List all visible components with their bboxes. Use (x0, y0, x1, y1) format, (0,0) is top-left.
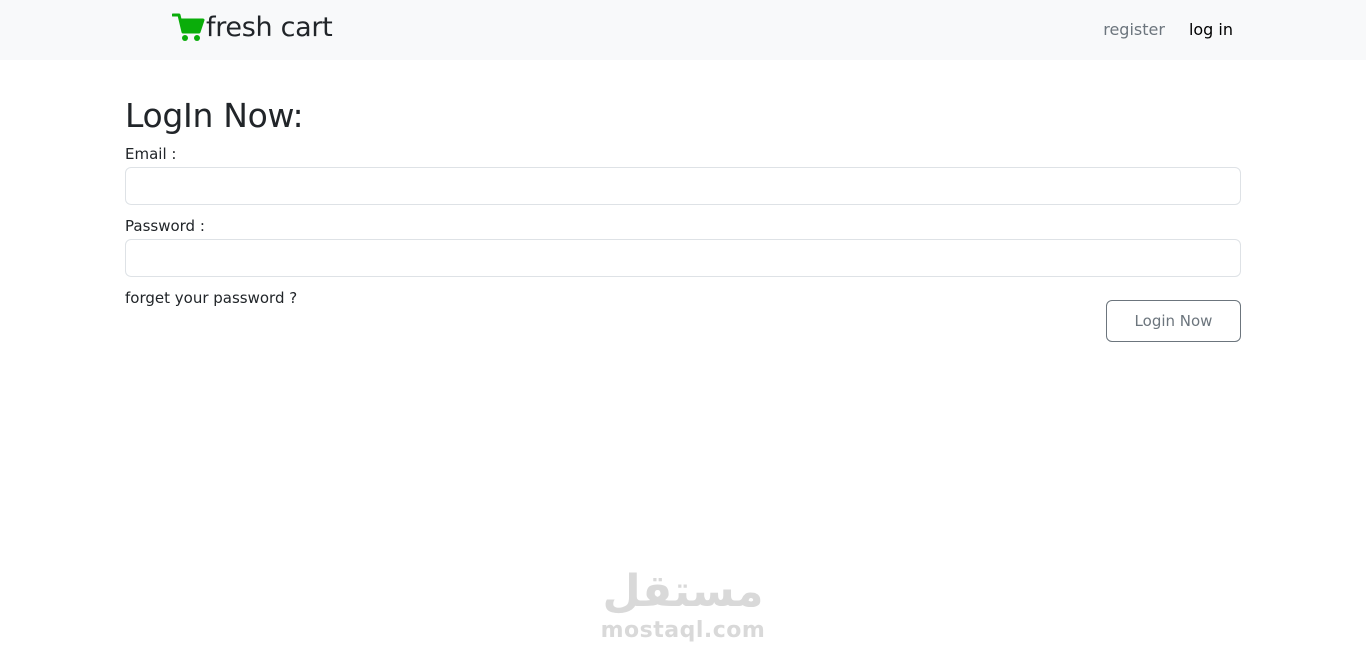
nav-links: register log in (1103, 19, 1233, 41)
password-label: Password : (125, 217, 205, 235)
watermark: مستقل mostaql.com (583, 566, 783, 644)
register-link[interactable]: register (1103, 19, 1165, 41)
password-input[interactable] (125, 239, 1241, 277)
watermark-arabic: مستقل (602, 566, 764, 617)
brand-name: fresh cart (206, 12, 333, 43)
email-input[interactable] (125, 167, 1241, 205)
login-now-button[interactable]: Login Now (1106, 300, 1241, 342)
email-label: Email : (125, 145, 177, 163)
login-link[interactable]: log in (1189, 19, 1233, 41)
navbar: fresh cart register log in (0, 0, 1366, 60)
watermark-latin: mostaql.com (600, 618, 766, 643)
login-form: LogIn Now: Email : Password : forget you… (125, 94, 1241, 342)
brand-logo[interactable]: fresh cart (171, 10, 333, 46)
button-row: Login Now (125, 300, 1241, 342)
page-title: LogIn Now: (125, 96, 304, 135)
shopping-cart-icon (171, 12, 206, 44)
